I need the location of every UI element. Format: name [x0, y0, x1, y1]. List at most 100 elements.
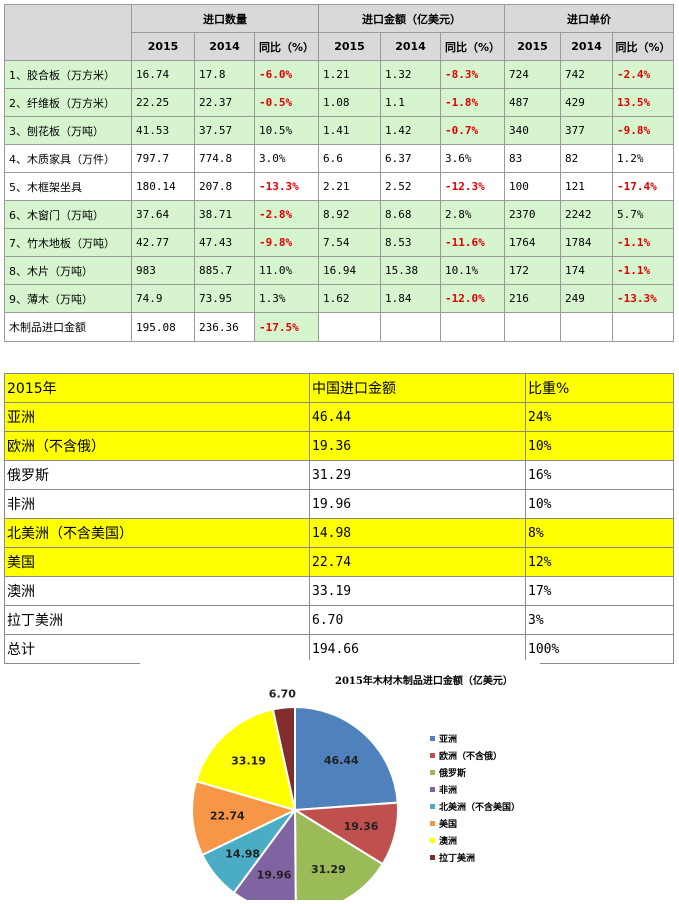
row-label: 6、木窗门（万吨） [4, 200, 132, 229]
table-cell [560, 312, 614, 342]
table-cell: -12.3% [439, 172, 506, 201]
table-cell: 742 [560, 60, 614, 89]
legend-label: 美国 [439, 820, 458, 830]
sub-header-8: 同比（%） [612, 32, 675, 61]
table-cell: -0.7% [439, 116, 506, 145]
group-header-quantity: 进口数量 [131, 4, 319, 33]
table-row: 7、竹木地板（万吨） 42.77 47.43 -9.8% 7.54 8.53 -11.6% 1… [4, 228, 675, 257]
table-cell: 5.7% [612, 200, 675, 229]
import-pie-chart: 2015年木材木制品进口金额（亿美元） 46.44 19.36 31.29 19.96… [140, 660, 540, 900]
region-name: 澳洲 [4, 576, 310, 606]
table-cell: 1.08 [318, 88, 381, 117]
pie-data-label: 6.70 [269, 688, 296, 701]
table-cell: 37.64 [131, 200, 195, 229]
region-share: 3% [525, 605, 674, 635]
table-cell: 82 [560, 144, 614, 173]
table-cell: 2.52 [380, 172, 441, 201]
legend-item: 俄罗斯 [430, 764, 520, 781]
legend-swatch [430, 753, 435, 758]
region-amount: 33.19 [309, 576, 526, 606]
table-cell: 1.84 [380, 284, 441, 313]
table-row: 4、木质家具（万件） 797.7 774.8 3.0% 6.6 6.37 3.6% 83 82 1… [4, 144, 675, 173]
table-cell: 983 [131, 256, 195, 285]
sub-header-3: 2015 [318, 32, 381, 61]
row-label: 3、刨花板（万吨） [4, 116, 132, 145]
row-label: 1、胶合板（万方米） [4, 60, 132, 89]
legend-item: 美国 [430, 815, 520, 832]
table-cell: 47.43 [194, 228, 255, 257]
wood-product-import-table: 进口数量 进口金额（亿美元） 进口单价 2015 2014 同比（%） 2015 201… [4, 4, 675, 342]
legend-label: 非洲 [439, 786, 458, 796]
region-header-share: 比重% [525, 373, 674, 403]
sub-header-7: 2014 [560, 32, 614, 61]
table-cell: 38.71 [194, 200, 255, 229]
sub-header-5: 同比（%） [439, 32, 506, 61]
pie-data-label: 22.74 [210, 810, 245, 823]
table-cell: 195.08 [131, 312, 195, 342]
legend-item: 亚洲 [430, 730, 520, 747]
region-share: 16% [525, 460, 674, 490]
legend-label: 拉丁美洲 [439, 854, 476, 864]
table-cell: 2.21 [318, 172, 381, 201]
table-cell: 1.42 [380, 116, 441, 145]
region-import-table: 2015年 中国进口金额 比重% 亚洲 46.44 24% 欧洲（不含俄） 19.36 1… [4, 373, 674, 664]
pie-data-label: 46.44 [324, 754, 359, 767]
table-cell [612, 312, 675, 342]
table-cell: 6.37 [380, 144, 441, 173]
region-amount: 31.29 [309, 460, 526, 490]
chart-legend: 亚洲 欧洲（不含俄） 俄罗斯 非洲 北美洲（不含美国） 美国 澳洲 拉丁美洲 [430, 730, 520, 866]
table-row: 欧洲（不含俄） 19.36 10% [4, 431, 674, 461]
table-cell: 1.2% [612, 144, 675, 173]
row-label: 9、薄木（万吨） [4, 284, 132, 313]
region-share: 8% [525, 518, 674, 548]
table-cell: 100 [504, 172, 562, 201]
region-amount: 19.96 [309, 489, 526, 519]
table-cell: 1.21 [318, 60, 381, 89]
table-cell: -6.0% [254, 60, 319, 89]
table-cell: 724 [504, 60, 562, 89]
region-share: 17% [525, 576, 674, 606]
region-share: 12% [525, 547, 674, 577]
table-cell: 340 [504, 116, 562, 145]
table-cell: 377 [560, 116, 614, 145]
pie-data-label: 31.29 [311, 863, 346, 876]
legend-label: 亚洲 [439, 735, 458, 745]
legend-label: 北美洲（不含美国） [439, 803, 521, 813]
row-label: 2、纤维板（万方米） [4, 88, 132, 117]
region-share: 100% [525, 634, 674, 664]
legend-label: 澳洲 [439, 837, 458, 847]
table-cell: 3.0% [254, 144, 319, 173]
legend-item: 澳洲 [430, 832, 520, 849]
table-row: 6、木窗门（万吨） 37.64 38.71 -2.8% 8.92 8.68 2.8% 2370… [4, 200, 675, 229]
table-cell: 774.8 [194, 144, 255, 173]
legend-swatch [430, 736, 435, 741]
table-cell: 216 [504, 284, 562, 313]
pie-data-label: 33.19 [231, 754, 266, 767]
table-cell: -13.3% [254, 172, 319, 201]
table-cell: 13.5% [612, 88, 675, 117]
pie-data-label: 19.36 [344, 820, 379, 833]
table-row: 非洲 19.96 10% [4, 489, 674, 519]
region-name: 北美洲（不含美国） [4, 518, 310, 548]
table-cell: 1.1 [380, 88, 441, 117]
table-cell: 487 [504, 88, 562, 117]
table-cell: -1.1% [612, 228, 675, 257]
sub-header-0: 2015 [131, 32, 195, 61]
table-cell: 15.38 [380, 256, 441, 285]
legend-swatch [430, 855, 435, 860]
legend-item: 非洲 [430, 781, 520, 798]
pie-data-label: 19.96 [257, 869, 292, 882]
table-cell: 249 [560, 284, 614, 313]
table-cell: 16.74 [131, 60, 195, 89]
table-cell: 885.7 [194, 256, 255, 285]
table-cell: 10.1% [439, 256, 506, 285]
table-row: 8、木片（万吨） 983 885.7 11.0% 16.94 15.38 10.1% 172 1… [4, 256, 675, 285]
table-cell: 10.5% [254, 116, 319, 145]
table-cell [439, 312, 506, 342]
region-amount: 46.44 [309, 402, 526, 432]
table-row: 3、刨花板（万吨） 41.53 37.57 10.5% 1.41 1.42 -0.7% 340… [4, 116, 675, 145]
table-cell: 6.6 [318, 144, 381, 173]
region-amount: 19.36 [309, 431, 526, 461]
table-cell: 172 [504, 256, 562, 285]
region-amount: 14.98 [309, 518, 526, 548]
